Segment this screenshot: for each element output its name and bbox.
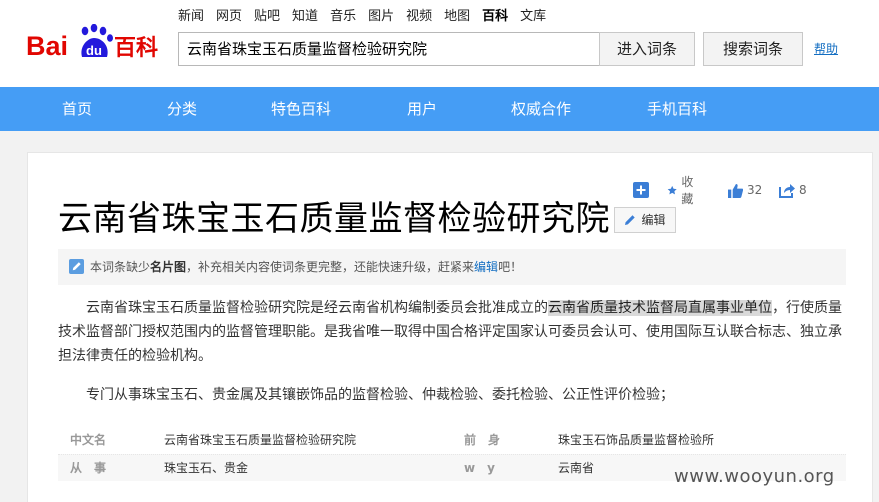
page-title: 云南省珠宝玉石质量监督检验研究院: [58, 199, 610, 239]
topnav-images[interactable]: 图片: [368, 8, 394, 26]
notice-edit-link[interactable]: 编辑: [474, 260, 498, 274]
notice-bold: 名片图: [150, 260, 187, 274]
summary-paragraph-2: 专门从事珠宝玉石、贵金属及其镶嵌饰品的监督检验、仲裁检验、委托检验、公正性评价检…: [58, 383, 846, 407]
product-nav: 新闻 网页 贴吧 知道 音乐 图片 视频 地图 百科 文库: [178, 8, 558, 26]
favorite-label: 收藏: [681, 175, 694, 206]
logo-bai-text: Bai: [26, 31, 68, 61]
search-input[interactable]: 云南省珠宝玉石质量监督检验研究院: [178, 32, 600, 66]
edit-note-icon: [69, 259, 84, 274]
para1-pre: 云南省珠宝玉石质量监督检验研究院是经云南省机构编制委员会批准成立的: [86, 300, 548, 316]
nav-featured[interactable]: 特色百科: [271, 87, 331, 131]
edit-button[interactable]: 编辑: [614, 207, 676, 233]
info-value: 云南省珠宝玉石质量监督检验研究院: [164, 433, 357, 447]
star-icon: [667, 185, 677, 194]
topnav-tieba[interactable]: 贴吧: [254, 8, 280, 26]
share-button[interactable]: 8: [779, 181, 807, 199]
nav-mobile[interactable]: 手机百科: [647, 87, 707, 131]
nav-users[interactable]: 用户: [407, 87, 437, 131]
topnav-news[interactable]: 新闻: [178, 8, 204, 26]
info-value: 珠宝玉石饰品质量监督检验所: [558, 433, 715, 447]
topnav-web[interactable]: 网页: [216, 8, 242, 26]
info-label: 前 身: [464, 433, 501, 447]
plus-icon: [633, 182, 649, 198]
info-value: 云南省: [558, 461, 595, 475]
notice-text-mid: ，补充相关内容使词条更完整，还能快速升级，赶紧来: [186, 260, 475, 274]
favorite-button[interactable]: 收藏: [667, 175, 698, 206]
nav-authority[interactable]: 权威合作: [511, 87, 571, 131]
para2-text: 专门从事珠宝玉石、贵金属及其镶嵌饰品的监督检验、仲裁检验、委托检验、公正性评价检…: [86, 387, 674, 403]
search-entry-button[interactable]: 搜索词条: [703, 32, 803, 66]
share-count: 8: [799, 183, 807, 197]
edit-label: 编辑: [641, 213, 666, 227]
info-label: w y: [464, 461, 495, 475]
enter-entry-button[interactable]: 进入词条: [599, 32, 695, 66]
thumbs-up-icon: [728, 183, 743, 198]
logo-baike-text: 百科: [114, 36, 158, 61]
para1-highlight-link[interactable]: 云南省质量技术监督局直属事业单位: [548, 300, 772, 316]
logo-du-text: du: [86, 43, 102, 58]
header: Bai du 百科 新闻 网页 贴吧 知道 音乐 图片 视频 地图 百科 文库 云南省珠宝玉石质量…: [0, 0, 879, 87]
help-link[interactable]: 帮助: [814, 40, 838, 57]
info-label: 中文名: [70, 433, 107, 447]
share-icon: [779, 183, 795, 198]
add-button[interactable]: [633, 181, 653, 199]
topnav-music[interactable]: 音乐: [330, 8, 356, 26]
nav-home[interactable]: 首页: [62, 87, 92, 131]
summary-paragraph-1: 云南省珠宝玉石质量监督检验研究院是经云南省机构编制委员会批准成立的云南省质量技术…: [58, 296, 846, 368]
like-button[interactable]: 32: [728, 181, 762, 199]
baidu-baike-logo[interactable]: Bai du 百科: [26, 24, 166, 64]
topnav-wenku[interactable]: 文库: [520, 8, 546, 26]
notice-text-pre: 本词条缺少: [90, 260, 151, 274]
info-label: 从 事: [70, 461, 107, 475]
info-value: 珠宝玉石、贵金: [164, 461, 249, 475]
topnav-map[interactable]: 地图: [444, 8, 470, 26]
topnav-baike[interactable]: 百科: [482, 8, 508, 26]
info-row: 中文名 云南省珠宝玉石质量监督检验研究院 前 身 珠宝玉石饰品质量监督检验所: [58, 427, 846, 454]
notice-text-post: 吧！: [498, 260, 523, 274]
nav-categories[interactable]: 分类: [167, 87, 197, 131]
main-nav: 首页 分类 特色百科 用户 权威合作 手机百科: [0, 87, 879, 131]
pencil-icon: [625, 215, 636, 225]
watermark: www.wooyun.org: [674, 466, 835, 487]
missing-image-notice: 本词条缺少名片图，补充相关内容使词条更完整，还能快速升级，赶紧来编辑吧！: [58, 249, 846, 285]
like-count: 32: [747, 183, 763, 197]
topnav-video[interactable]: 视频: [406, 8, 432, 26]
topnav-zhidao[interactable]: 知道: [292, 8, 318, 26]
